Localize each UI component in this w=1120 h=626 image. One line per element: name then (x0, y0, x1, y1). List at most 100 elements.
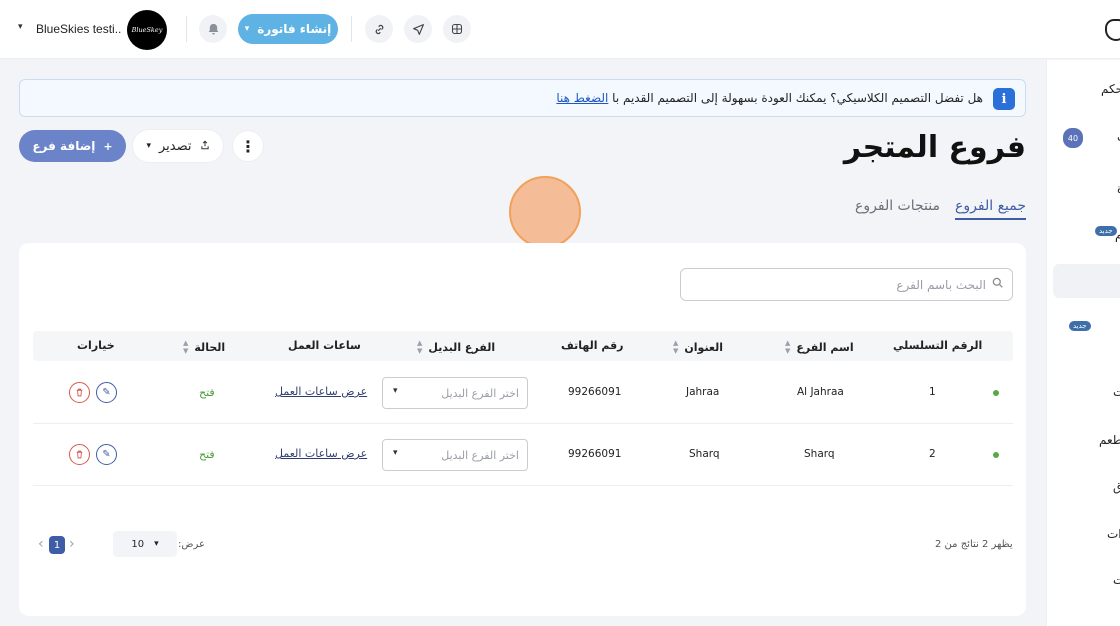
sidebar-count-badge: 40 (1063, 128, 1083, 148)
prev-page-icon[interactable]: ‹ (38, 536, 44, 552)
per-page-value: 10 (131, 538, 145, 550)
search-icon (992, 277, 1003, 291)
header-status[interactable]: الحالة ▲ ▼ (183, 339, 225, 355)
view-hours-link[interactable]: عرض ساعات العمل (275, 385, 367, 398)
header-status-label: الحالة (194, 340, 226, 354)
results-count: يظهر 2 نتائج من 2 (935, 539, 1013, 550)
sidebar-item-label[interactable]: م (1115, 228, 1120, 242)
chevron-down-icon: ▾ (244, 24, 250, 34)
grid-icon[interactable] (443, 15, 471, 43)
sidebar-item-label[interactable]: ق (1113, 480, 1120, 494)
status-dot-icon (993, 452, 999, 458)
chevron-down-icon: ▾ (393, 448, 398, 458)
header-phone-label: رقم الهاتف (561, 339, 624, 352)
sidebar-item-label[interactable]: طعم (1099, 433, 1120, 447)
sidebar-new-badge: جديد (1095, 226, 1117, 236)
search-box[interactable] (680, 268, 1013, 301)
tab-all-branches[interactable]: جميع الفروع (955, 198, 1026, 220)
edit-icon[interactable]: ✎ (96, 444, 117, 465)
cursor-highlight (509, 176, 581, 248)
status-badge: فتح (199, 386, 215, 399)
create-invoice-label: إنشاء فاتورة (257, 22, 332, 36)
bell-icon[interactable] (199, 15, 227, 43)
header-name[interactable]: اسم الفرع ▲ ▼ (785, 339, 854, 355)
search-input[interactable] (696, 275, 986, 295)
header-serial-label: الرقم التسلسلي (893, 339, 983, 352)
more-options-icon[interactable]: ⋮ (233, 131, 263, 161)
tab-branch-products[interactable]: منتجات الفروع (855, 198, 940, 214)
top-bar: ▾ BlueSkies testi.. BlueSkey ▾ إنشاء فات… (0, 0, 1120, 59)
chevron-down-icon: ▾ (154, 539, 159, 549)
alt-branch-select[interactable]: اختر الفرع البديل ▾ (382, 377, 528, 409)
chevron-down-icon: ▾ (146, 141, 151, 151)
alt-branch-select[interactable]: اختر الفرع البديل ▾ (382, 439, 528, 471)
cell-address: Jahraa (686, 386, 720, 398)
create-invoice-button[interactable]: ▾ إنشاء فاتورة (238, 14, 338, 44)
sort-icon[interactable]: ▲ ▼ (417, 339, 422, 355)
store-logo[interactable]: BlueSkey (127, 10, 167, 50)
sidebar-new-badge: جديد (1069, 321, 1091, 331)
sidebar-item-label[interactable]: ت (1113, 573, 1120, 587)
header-options-label: خيارات (77, 339, 115, 352)
cell-phone: 99266091 (568, 386, 622, 398)
store-switcher-chevron-icon[interactable]: ▾ (18, 22, 23, 32)
header-phone[interactable]: رقم الهاتف (561, 339, 624, 352)
header-address[interactable]: العنوان ▲ ▼ (673, 339, 723, 355)
table-row: 1 Al Jahraa Jahraa 99266091 اختر الفرع ا… (33, 362, 1013, 424)
header-serial[interactable]: الرقم التسلسلي (893, 339, 982, 352)
classic-design-banner: i هل تفضل التصميم الكلاسيكي؟ يمكنك العود… (19, 79, 1026, 117)
add-branch-label: إضافة فرع (32, 139, 96, 153)
branches-card: الرقم التسلسلي اسم الفرع ▲▼ العنوان ▲▼ رقم… (19, 243, 1026, 616)
sidebar-item-label[interactable]: حكم (1101, 82, 1120, 96)
delete-icon[interactable] (69, 382, 90, 403)
edit-icon[interactable]: ✎ (96, 382, 117, 403)
add-branch-button[interactable]: إضافة فرع + (19, 130, 126, 162)
plus-icon: + (103, 139, 113, 153)
divider (186, 16, 187, 42)
page-title: فروع المتجر (843, 130, 1026, 165)
header-hours[interactable]: ساعات العمل (288, 339, 361, 352)
current-page-button[interactable]: 1 (49, 536, 65, 554)
view-hours-link[interactable]: عرض ساعات العمل (275, 447, 367, 460)
store-name[interactable]: BlueSkies testi.. (36, 22, 121, 36)
banner-text: هل تفضل التصميم الكلاسيكي؟ يمكنك العودة … (556, 91, 983, 105)
cell-name: Al Jahraa (797, 386, 844, 398)
export-label: تصدير (159, 138, 192, 154)
cell-serial: 2 (929, 448, 936, 460)
header-alt-branch[interactable]: الفرع البديل ▲ ▼ (417, 339, 495, 355)
export-button[interactable]: ▾ تصدير (133, 130, 223, 162)
info-icon: i (993, 88, 1015, 110)
table-header: الرقم التسلسلي اسم الفرع ▲ ▼ العنوان ▲ ▼ رقم… (33, 331, 1013, 361)
header-options: خيارات (77, 339, 115, 352)
export-icon (200, 139, 210, 154)
table-row: 2 Sharq Sharq 99266091 اختر الفرع البديل… (33, 424, 1013, 486)
banner-message: هل تفضل التصميم الكلاسيكي؟ يمكنك العودة … (612, 91, 983, 105)
per-page-label: عرض: (178, 539, 205, 550)
header-name-label: اسم الفرع (796, 340, 854, 354)
cell-name: Sharq (804, 448, 835, 460)
app-logo-icon[interactable] (1105, 19, 1120, 41)
sidebar-active-item[interactable] (1053, 264, 1120, 298)
cell-address: Sharq (689, 448, 720, 460)
delete-icon[interactable] (69, 444, 90, 465)
divider (351, 16, 352, 42)
sort-icon[interactable]: ▲ ▼ (673, 339, 678, 355)
link-icon[interactable] (365, 15, 393, 43)
status-dot-icon (993, 390, 999, 396)
cell-phone: 99266091 (568, 448, 622, 460)
per-page-select[interactable]: 10 ▾ (113, 531, 177, 557)
alt-branch-placeholder: اختر الفرع البديل (441, 449, 519, 462)
next-page-icon[interactable]: › (69, 536, 75, 552)
sidebar-item-label[interactable]: ت (1113, 385, 1120, 399)
switch-classic-link[interactable]: الضغط هنا (556, 91, 608, 105)
sort-icon[interactable]: ▲ ▼ (785, 339, 790, 355)
alt-branch-placeholder: اختر الفرع البديل (441, 387, 519, 400)
send-icon[interactable] (404, 15, 432, 43)
header-address-label: العنوان (684, 340, 724, 354)
sort-icon[interactable]: ▲ ▼ (183, 339, 188, 355)
sidebar-item-label[interactable]: ات (1107, 527, 1120, 541)
sidebar: حكم 40 ب ة جديد م جديد ت طعم ق ات ت (1046, 60, 1120, 626)
cell-serial: 1 (929, 386, 936, 398)
chevron-down-icon: ▾ (393, 386, 398, 396)
status-badge: فتح (199, 448, 215, 461)
